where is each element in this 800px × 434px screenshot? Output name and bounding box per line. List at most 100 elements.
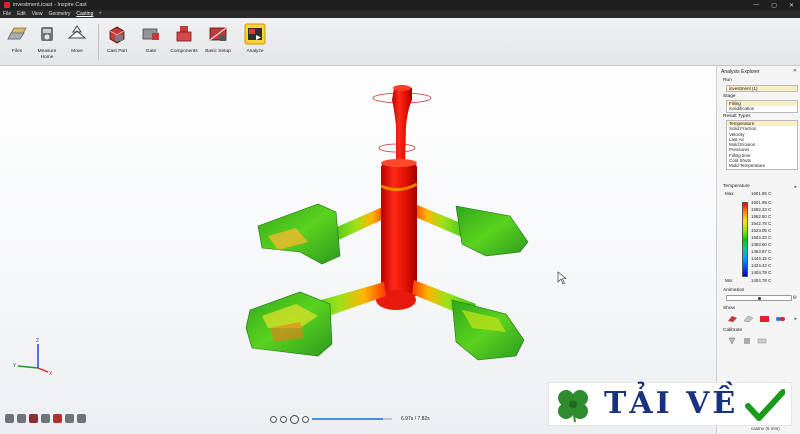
legend-value: 1483.60 C [751, 242, 772, 247]
show-mold-icon[interactable] [743, 314, 754, 323]
sprue-top [392, 85, 412, 166]
view-front-icon[interactable] [17, 413, 26, 423]
files-label: Files [11, 49, 23, 54]
app-icon [4, 2, 10, 8]
menu-casting[interactable]: Casting [73, 11, 96, 17]
legend-max-label: Max: [725, 191, 735, 196]
components-icon [176, 26, 192, 42]
legend-value: 1523.05 C [751, 228, 772, 233]
move-icon [67, 25, 87, 39]
cast-part [455, 205, 529, 257]
view-render-icon[interactable] [77, 413, 86, 423]
ribbon-separator [98, 24, 99, 60]
menu-geometry[interactable]: Geometry [45, 11, 73, 17]
show-gate-icon[interactable] [759, 314, 770, 323]
legend-value: 1582.23 C [751, 207, 772, 212]
folder-icon [7, 27, 27, 40]
watermark-text: TẢI VỀ [604, 386, 739, 421]
sprue-body [381, 162, 417, 298]
watermark-banner: TẢI VỀ [548, 382, 792, 426]
legend-value: 1404.78 C [751, 270, 772, 275]
close-icon[interactable]: ✕ [793, 68, 797, 74]
skip-back-icon[interactable] [270, 415, 277, 423]
basic-setup-icon [209, 27, 227, 41]
basic-setup-button[interactable]: Basic Setup [201, 21, 235, 65]
title-bar: investment.icast - Inspire Cast — ▢ ✕ [0, 0, 800, 10]
panel-title: Analysis Explorer [721, 69, 760, 75]
play-pause-button[interactable] [290, 414, 299, 424]
legend-colorbar [742, 202, 748, 277]
view-section-icon[interactable] [29, 413, 38, 423]
files-button[interactable]: Files [0, 21, 34, 65]
measure-label: Measure Home [37, 49, 57, 60]
analysis-explorer-panel: Analysis Explorer ✕ Run investment (1) S… [716, 66, 800, 434]
unit-status: castno (5 mm) [751, 426, 780, 431]
add-tab-icon[interactable]: + [98, 11, 102, 17]
stage-item-solidification[interactable]: Solidification [727, 106, 797, 111]
checkmark-icon [745, 389, 785, 421]
legend-value: 1424.42 C [751, 263, 772, 268]
legend-value: 1444.15 C [751, 256, 772, 261]
run-label: Run [723, 78, 732, 83]
mouse-cursor-icon [557, 271, 567, 285]
status-bar: castno (5 mm) [716, 426, 800, 434]
clover-icon [558, 390, 588, 423]
step-back-icon[interactable] [280, 415, 287, 423]
svg-text:Y: Y [13, 363, 17, 369]
playback-progress [312, 418, 384, 420]
show-part-icon[interactable] [727, 314, 738, 323]
measure-icon [41, 27, 53, 41]
calibrate-toolbar [727, 336, 767, 346]
cast-part-label: Cast Part [107, 49, 127, 54]
show-label: Show [723, 306, 735, 311]
model-viewport[interactable]: Z Y X [0, 66, 716, 434]
calibrate-data-icon[interactable] [757, 336, 767, 346]
maximize-button[interactable]: ▢ [771, 2, 777, 9]
view-toolbar [0, 410, 86, 426]
animation-slider[interactable] [726, 295, 792, 301]
calibrate-label: Calibrate [723, 328, 743, 333]
calibrate-probe-icon[interactable] [727, 336, 737, 346]
legend-value: 1542.78 C [751, 221, 772, 226]
svg-text:X: X [49, 371, 53, 377]
window-title: investment.icast - Inspire Cast [13, 2, 87, 8]
view-zoom-icon[interactable] [53, 413, 62, 423]
legend-title: Temperature [723, 184, 750, 189]
run-select[interactable]: investment (1) [726, 85, 798, 92]
measure-button[interactable]: Measure Home [30, 21, 64, 65]
menu-file[interactable]: File [0, 11, 14, 17]
menu-edit[interactable]: Edit [14, 11, 29, 17]
view-fit-icon[interactable] [41, 413, 50, 423]
view-iso-icon[interactable] [5, 413, 14, 423]
menu-view[interactable]: View [29, 11, 46, 17]
calibrate-sensor-icon[interactable] [742, 336, 752, 346]
playback-track[interactable] [312, 418, 392, 420]
view-pan-icon[interactable] [65, 413, 74, 423]
analyze-label: Analyze [246, 49, 264, 54]
pour-cup [393, 85, 411, 91]
legend-value: 1562.50 C [751, 214, 772, 219]
minimize-button[interactable]: — [753, 2, 759, 8]
settings-icon[interactable]: ⚙ [793, 295, 797, 301]
legend-value: 1463.87 C [751, 249, 772, 254]
stage-label: Stage [723, 94, 736, 99]
axis-triad-icon: Z Y X [13, 338, 53, 377]
cast-part-icon [109, 26, 125, 44]
step-forward-icon[interactable] [302, 415, 309, 423]
analyze-button[interactable]: Analyze [238, 21, 272, 65]
gate-button[interactable]: Gate [134, 21, 168, 65]
casting-model[interactable]: Z Y X [0, 66, 716, 434]
close-button[interactable]: ✕ [789, 2, 794, 9]
move-button[interactable]: Move [60, 21, 94, 65]
show-core-icon[interactable] [775, 314, 786, 323]
cast-part-button[interactable]: Cast Part [100, 21, 134, 65]
animation-slider-knob[interactable] [757, 297, 761, 300]
legend-value: 1503.33 C [751, 235, 772, 240]
legend-min-label: Min: [725, 278, 734, 283]
menu-bar: File Edit View Geometry Casting + [0, 10, 800, 18]
animation-label: Animation [723, 288, 745, 293]
more-icon[interactable]: ▸ [794, 316, 797, 322]
result-type-item[interactable]: Mold Temperature [727, 163, 797, 168]
components-button[interactable]: Components [167, 21, 201, 65]
playback-bar: 6.97s / 7.82s [270, 412, 446, 426]
